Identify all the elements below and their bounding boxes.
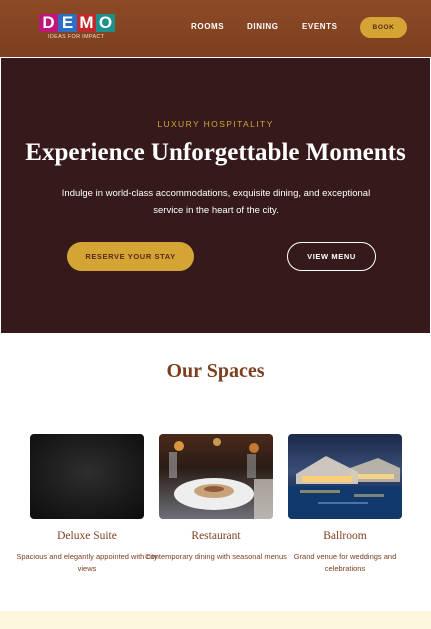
ballroom-image xyxy=(288,434,402,519)
view-menu-button[interactable]: VIEW MENU xyxy=(287,242,376,271)
nav-link-events[interactable]: EVENTS xyxy=(302,22,338,31)
reserve-stay-button[interactable]: RESERVE YOUR STAY xyxy=(67,242,194,271)
deluxe-suite-image xyxy=(30,434,144,519)
hero-eyebrow: LUXURY HOSPITALITY xyxy=(157,119,274,129)
site-header: D E M O IDEAS FOR IMPACT ROOMS DINING EV… xyxy=(0,0,431,57)
card-description: Grand venue for weddings and celebration… xyxy=(293,552,397,573)
nav-link-dining[interactable]: DINING xyxy=(247,22,279,31)
card-description: Spacious and elegantly appointed with ci… xyxy=(16,552,158,573)
hero-subtitle: Indulge in world-class accommodations, e… xyxy=(61,188,371,216)
next-section-band xyxy=(0,611,431,629)
card-description: Contemporary dining with seasonal menus xyxy=(145,552,287,561)
book-button[interactable]: BOOK xyxy=(360,17,407,38)
hero-section: LUXURY HOSPITALITY Experience Unforgetta… xyxy=(1,58,430,333)
nav-link-rooms[interactable]: ROOMS xyxy=(191,22,224,31)
card-title: Deluxe Suite xyxy=(57,530,117,542)
hero-title: Experience Unforgettable Moments xyxy=(25,139,406,166)
restaurant-image xyxy=(159,434,273,519)
card-title: Restaurant xyxy=(191,530,241,542)
card-title: Ballroom xyxy=(323,530,367,542)
spaces-title: Our Spaces xyxy=(166,360,265,382)
